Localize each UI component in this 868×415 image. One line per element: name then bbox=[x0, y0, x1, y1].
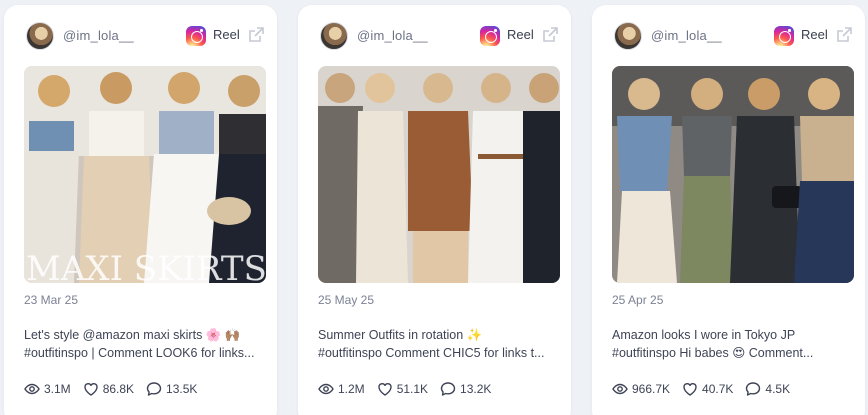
instagram-icon bbox=[186, 26, 206, 46]
post-type-label: Reel bbox=[507, 27, 534, 42]
heart-icon bbox=[377, 383, 392, 396]
likes-count: 40.7K bbox=[702, 382, 734, 396]
post-type-label: Reel bbox=[213, 27, 240, 42]
instagram-icon bbox=[774, 26, 794, 46]
comments-count: 4.5K bbox=[765, 382, 791, 396]
external-link-icon[interactable] bbox=[835, 26, 853, 44]
post-thumbnail[interactable] bbox=[318, 66, 560, 283]
post-stats: 1.2M 51.1K 13.2K bbox=[318, 381, 491, 397]
avatar[interactable] bbox=[320, 22, 348, 50]
instagram-icon bbox=[480, 26, 500, 46]
likes-count: 86.8K bbox=[102, 382, 135, 396]
username[interactable]: @im_lola__ bbox=[357, 28, 428, 43]
heart-icon bbox=[83, 383, 98, 396]
caption-line: Let's style @amazon maxi skirts 🌸 🙌🏽 bbox=[24, 328, 241, 342]
caption-line: Summer Outfits in rotation ✨ bbox=[318, 328, 483, 342]
post-card[interactable]: @im_lola__ Reel MAXI SKIRTS 23 Mar 25 Le… bbox=[4, 5, 277, 415]
post-stats: 966.7K 40.7K 4.5K bbox=[612, 381, 790, 397]
views-stat: 1.2M bbox=[318, 381, 365, 397]
likes-stat: 86.8K bbox=[83, 381, 134, 397]
caption-line: #outfitinspo | Comment LOOK6 for links..… bbox=[24, 346, 255, 360]
comments-stat: 4.5K bbox=[745, 381, 790, 397]
card-header: @im_lola__ Reel bbox=[298, 5, 571, 67]
post-type-label: Reel bbox=[801, 27, 828, 42]
eye-icon bbox=[24, 383, 40, 395]
caption-line: #outfitinspo Hi babes 😍 Comment... bbox=[612, 346, 814, 360]
comments-stat: 13.5K bbox=[146, 381, 197, 397]
thumbnail-image: MAXI SKIRTS bbox=[24, 66, 266, 283]
comments-count: 13.2K bbox=[460, 382, 492, 396]
caption-line: #outfitinspo Comment CHIC5 for links t..… bbox=[318, 346, 545, 360]
likes-stat: 40.7K bbox=[682, 381, 733, 397]
likes-count: 51.1K bbox=[396, 382, 429, 396]
post-thumbnail[interactable] bbox=[612, 66, 854, 283]
views-count: 1.2M bbox=[338, 382, 365, 396]
views-stat: 966.7K bbox=[612, 381, 670, 397]
avatar[interactable] bbox=[614, 22, 642, 50]
post-thumbnail[interactable]: MAXI SKIRTS bbox=[24, 66, 266, 283]
post-stats: 3.1M 86.8K 13.5K bbox=[24, 381, 197, 397]
avatar[interactable] bbox=[26, 22, 54, 50]
caption-line: Amazon looks I wore in Tokyo JP bbox=[612, 328, 796, 342]
comments-stat: 13.2K bbox=[440, 381, 491, 397]
card-header: @im_lola__ Reel bbox=[4, 5, 277, 67]
likes-stat: 51.1K bbox=[377, 381, 428, 397]
post-date: 23 Mar 25 bbox=[24, 293, 79, 307]
eye-icon bbox=[318, 383, 334, 395]
views-count: 966.7K bbox=[632, 382, 671, 396]
comment-icon bbox=[440, 382, 456, 396]
thumbnail-image bbox=[318, 66, 560, 283]
eye-icon bbox=[612, 383, 628, 395]
external-link-icon[interactable] bbox=[541, 26, 559, 44]
username[interactable]: @im_lola__ bbox=[651, 28, 722, 43]
post-caption: Summer Outfits in rotation ✨ #outfitinsp… bbox=[318, 326, 560, 362]
post-card[interactable]: @im_lola__ Reel 25 May 25 Summer Outfits… bbox=[298, 5, 571, 415]
post-card[interactable]: @im_lola__ Reel 25 Apr 25 Amazon looks I… bbox=[592, 5, 865, 415]
views-stat: 3.1M bbox=[24, 381, 71, 397]
post-date: 25 Apr 25 bbox=[612, 293, 664, 307]
username[interactable]: @im_lola__ bbox=[63, 28, 134, 43]
image-overlay-text: MAXI SKIRTS bbox=[26, 249, 266, 283]
comments-count: 13.5K bbox=[166, 382, 198, 396]
card-header: @im_lola__ Reel bbox=[592, 5, 865, 67]
post-date: 25 May 25 bbox=[318, 293, 375, 307]
post-caption: Amazon looks I wore in Tokyo JP #outfiti… bbox=[612, 326, 854, 362]
views-count: 3.1M bbox=[44, 382, 71, 396]
heart-icon bbox=[683, 383, 697, 396]
comment-icon bbox=[146, 382, 162, 396]
thumbnail-image bbox=[612, 66, 854, 283]
post-caption: Let's style @amazon maxi skirts 🌸 🙌🏽 #ou… bbox=[24, 326, 266, 362]
comment-icon bbox=[746, 382, 761, 396]
external-link-icon[interactable] bbox=[247, 26, 265, 44]
